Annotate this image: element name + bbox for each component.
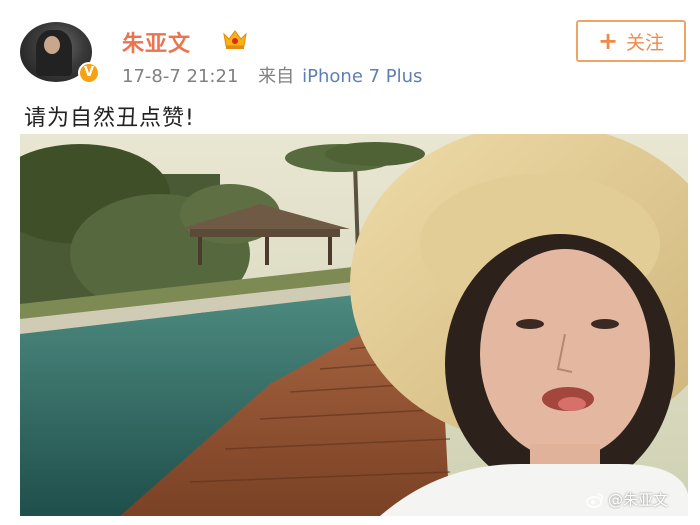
- username[interactable]: 朱亚文: [122, 26, 191, 58]
- verified-icon: V: [78, 62, 100, 84]
- follow-button[interactable]: + 关注: [576, 20, 686, 62]
- from-label: 来自: [258, 66, 295, 87]
- plus-icon: +: [597, 27, 619, 55]
- weibo-icon: [586, 492, 603, 508]
- post-timestamp[interactable]: 17-8-7 21:21: [122, 66, 238, 87]
- post-text: 请为自然丑点赞!: [24, 106, 195, 131]
- member-crown-icon[interactable]: [222, 28, 248, 50]
- post-meta: 17-8-7 21:21 来自 iPhone 7 Plus: [122, 62, 422, 88]
- avatar[interactable]: V: [20, 22, 100, 84]
- weibo-post: V 朱亚文 17-8-7 21:21 来自 iPhone 7 Plus + 关注 …: [0, 0, 700, 525]
- follow-label: 关注: [626, 31, 665, 54]
- photo-illustration: [20, 134, 688, 516]
- watermark: @朱亚文: [586, 489, 668, 510]
- watermark-text: @朱亚文: [607, 491, 668, 509]
- source-link[interactable]: iPhone 7 Plus: [302, 66, 422, 87]
- post-photo[interactable]: @朱亚文: [20, 134, 688, 516]
